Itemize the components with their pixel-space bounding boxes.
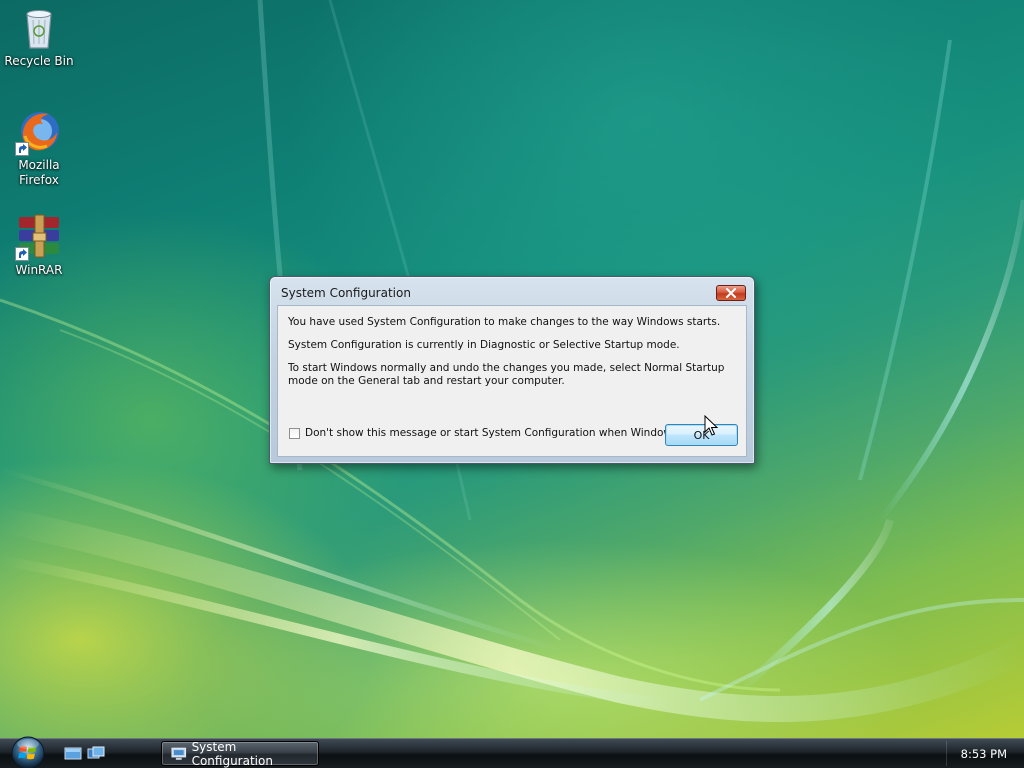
system-configuration-icon bbox=[171, 747, 187, 760]
dont-show-checkbox[interactable] bbox=[289, 427, 300, 439]
close-button[interactable] bbox=[716, 285, 746, 301]
switch-windows-button[interactable] bbox=[87, 746, 105, 762]
show-desktop-button[interactable] bbox=[64, 746, 82, 762]
dialog-message-2: System Configuration is currently in Dia… bbox=[288, 339, 680, 351]
dont-show-checkbox-label[interactable]: Don't show this message or start System … bbox=[305, 427, 711, 439]
recycle-bin-icon bbox=[15, 4, 63, 52]
mouse-cursor-icon bbox=[704, 415, 718, 436]
desktop-icon-winrar[interactable]: WinRAR bbox=[1, 213, 77, 278]
system-configuration-dialog[interactable]: System Configuration You have used Syste… bbox=[269, 276, 755, 464]
dont-show-checkbox-row[interactable]: Don't show this message or start System … bbox=[289, 427, 711, 439]
close-icon bbox=[726, 288, 736, 298]
dialog-message-1: You have used System Configuration to ma… bbox=[288, 316, 721, 328]
taskbar-button-system-configuration[interactable]: System Configuration bbox=[161, 739, 319, 768]
desktop-icon-label: Mozilla Firefox bbox=[18, 158, 60, 187]
firefox-icon bbox=[15, 108, 63, 156]
switch-windows-icon bbox=[87, 746, 105, 759]
dialog-message-3: To start Windows normally and undo the c… bbox=[288, 362, 725, 387]
desktop-icon-recycle-bin[interactable]: Recycle Bin bbox=[1, 4, 77, 69]
desktop-icon-label: Recycle Bin bbox=[4, 54, 74, 68]
ok-button[interactable]: OK bbox=[665, 424, 738, 446]
taskbar: System Configuration 8:53 PM bbox=[0, 736, 1024, 768]
tray-separator bbox=[946, 741, 947, 766]
taskbar-button-label: System Configuration bbox=[191, 739, 273, 768]
desktop-icon-firefox[interactable]: Mozilla Firefox bbox=[1, 108, 77, 188]
windows-start-orb-icon bbox=[11, 736, 45, 768]
start-button[interactable] bbox=[8, 734, 48, 768]
winrar-icon bbox=[15, 213, 63, 261]
desktop-icon-label: WinRAR bbox=[15, 263, 63, 277]
clock[interactable]: 8:53 PM bbox=[961, 747, 1007, 761]
shortcut-arrow-icon bbox=[15, 142, 29, 156]
dialog-body: You have used System Configuration to ma… bbox=[277, 305, 747, 457]
show-desktop-icon bbox=[64, 747, 82, 760]
shortcut-arrow-icon bbox=[15, 247, 29, 261]
dialog-title: System Configuration bbox=[281, 286, 411, 300]
